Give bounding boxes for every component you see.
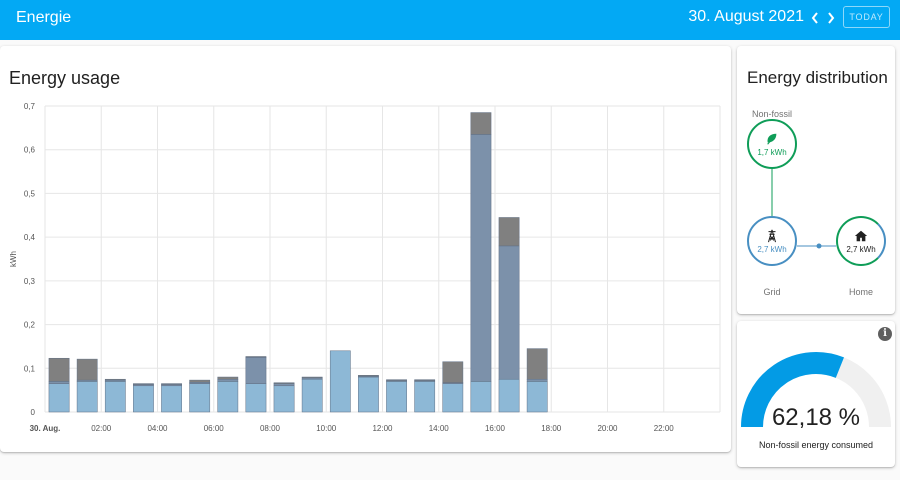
- bar-segment: [358, 375, 379, 377]
- bar-segment: [386, 381, 407, 413]
- flow-dot: [816, 243, 822, 249]
- x-tick-label: 06:00: [204, 424, 225, 433]
- bar-segment: [526, 378, 548, 382]
- bar-segment: [273, 382, 295, 384]
- bar-segment: [301, 378, 323, 413]
- home-node[interactable]: 2,7 kWh: [836, 216, 886, 266]
- gauge-value: 62,18 %: [771, 404, 861, 431]
- x-tick-label: 30. Aug.: [30, 424, 61, 433]
- y-tick-label: 0,6: [24, 146, 36, 155]
- bar-segment: [442, 383, 464, 413]
- bar-segment: [245, 357, 267, 384]
- bar-segment: [76, 358, 98, 381]
- bar-segment: [217, 381, 239, 413]
- bar-segment: [414, 379, 436, 381]
- x-tick-label: 16:00: [485, 424, 506, 433]
- bar-segment: [526, 381, 548, 413]
- energy-distribution-card: Energy distribution Non-fossil 1,7 kWh 2…: [737, 46, 895, 314]
- bar-segment: [273, 385, 295, 413]
- bar-segment: [386, 379, 407, 381]
- grid-node[interactable]: 2,7 kWh: [747, 216, 797, 266]
- transmission-tower-icon: [767, 229, 777, 242]
- bar-segment: [161, 385, 182, 413]
- bar-segment: [217, 376, 239, 380]
- x-tick-label: 18:00: [541, 424, 562, 433]
- bar-segment: [104, 381, 126, 413]
- bar-segment: [498, 245, 520, 380]
- home-value: 2,7 kWh: [846, 244, 876, 254]
- x-tick-label: 14:00: [429, 424, 450, 433]
- y-tick-label: 0,1: [24, 364, 36, 373]
- y-tick-label: 0,4: [24, 233, 36, 242]
- bar-segment: [104, 378, 126, 381]
- y-tick-label: 0,5: [24, 189, 36, 198]
- bar-segment: [301, 376, 323, 379]
- today-button[interactable]: TODAY: [843, 6, 890, 28]
- bar-segment: [245, 356, 267, 358]
- bar-segment: [470, 134, 492, 382]
- y-tick-label: 0: [31, 408, 36, 417]
- x-tick-label: 10:00: [316, 424, 337, 433]
- grid-value: 2,7 kWh: [757, 244, 787, 254]
- top-app-bar: Energie 30. August 2021 TODAY: [0, 0, 900, 40]
- bar-segment: [498, 217, 520, 247]
- bar-segment: [48, 381, 70, 384]
- bar-segment: [48, 383, 70, 413]
- bar-segment: [161, 383, 182, 385]
- x-tick-label: 12:00: [372, 424, 393, 433]
- y-axis-label: kWh: [9, 251, 18, 267]
- x-tick-label: 22:00: [654, 424, 675, 433]
- x-tick-label: 20:00: [597, 424, 618, 433]
- y-tick-label: 0,7: [24, 102, 36, 111]
- bar-segment: [133, 385, 154, 413]
- bar-segment: [498, 378, 520, 413]
- gauge-caption: Non-fossil energy consumed: [758, 440, 874, 450]
- non-fossil-label: Non-fossil: [751, 109, 792, 119]
- bar-segment: [189, 379, 211, 383]
- non-fossil-gauge-card: i 62,18 % Non-fossil energy consumed: [737, 321, 895, 467]
- bar-segment: [329, 350, 351, 413]
- non-fossil-node[interactable]: 1,7 kWh: [747, 119, 797, 169]
- y-tick-label: 0,2: [24, 321, 36, 330]
- distribution-lines: [771, 169, 836, 249]
- bar-segment: [273, 383, 295, 387]
- energy-usage-card: Energy usage 0 0,1 0,2 0,3 0,4 0,5 0,6 0,7 30. A…: [0, 46, 731, 452]
- energy-usage-chart: 0 0,1 0,2 0,3 0,4 0,5 0,6 0,7 30. Aug. 02:00 04:00…: [9, 102, 721, 433]
- bar-segment: [358, 376, 379, 413]
- x-tick-label: 08:00: [260, 424, 281, 433]
- home-label: Home: [848, 287, 873, 297]
- bar-segment: [48, 357, 70, 382]
- home-icon: [854, 230, 868, 241]
- leaf-icon: [767, 133, 777, 145]
- x-tick-label: 04:00: [147, 424, 168, 433]
- app-title: Energie: [16, 9, 72, 26]
- bar-segment: [442, 361, 464, 383]
- bar-segment: [414, 381, 436, 413]
- bar-segment: [133, 383, 154, 385]
- non-fossil-value: 1,7 kWh: [757, 147, 787, 157]
- bar-segment: [470, 381, 492, 413]
- bar-segment: [245, 383, 267, 413]
- bar-segment: [189, 383, 211, 413]
- x-tick-label: 02:00: [91, 424, 112, 433]
- bar-segment: [470, 112, 492, 135]
- date-label: 30. August 2021: [688, 8, 804, 25]
- bar-segment: [76, 381, 98, 413]
- chevron-right-icon[interactable]: [822, 7, 840, 29]
- y-tick-label: 0,3: [24, 277, 36, 286]
- grid-label: Grid: [763, 287, 781, 297]
- bar-segment: [217, 378, 239, 382]
- bar-segment: [526, 348, 548, 380]
